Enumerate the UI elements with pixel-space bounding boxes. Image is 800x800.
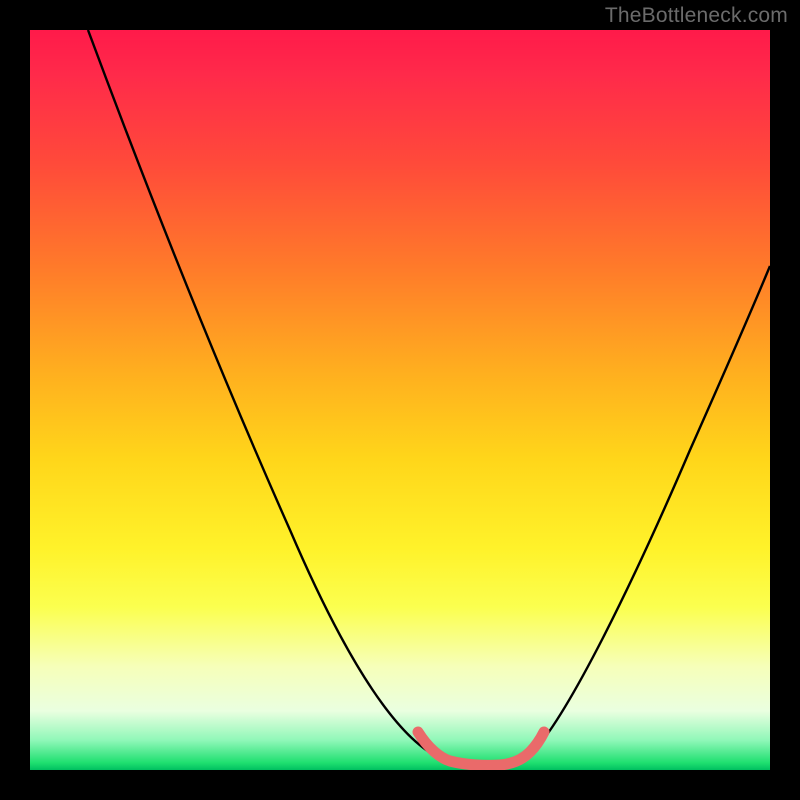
curve-path bbox=[88, 30, 770, 765]
chart-frame: TheBottleneck.com bbox=[0, 0, 800, 800]
bottleneck-curve bbox=[30, 30, 770, 770]
valley-highlight bbox=[418, 732, 544, 765]
watermark-text: TheBottleneck.com bbox=[605, 4, 788, 28]
plot-area bbox=[30, 30, 770, 770]
